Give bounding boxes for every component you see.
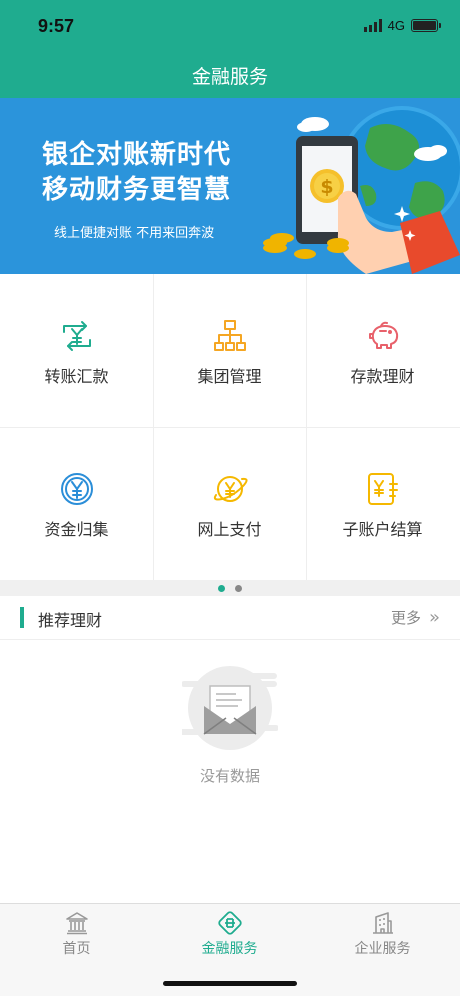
org-chart-icon (213, 320, 246, 351)
more-label: 更多 (390, 609, 421, 627)
service-label: 转账汇款 (44, 367, 109, 386)
service-group-management[interactable]: 集团管理 (153, 274, 306, 427)
signal-icon (363, 19, 382, 32)
service-online-payment[interactable]: 网上支付 (153, 427, 306, 580)
recommend-section-header: 推荐理财 更多 » (0, 596, 460, 640)
status-indicators: 4G (363, 18, 441, 33)
section-accent-bar (20, 607, 24, 628)
tab-enterprise-services[interactable]: 企业服务 (306, 904, 459, 964)
service-label: 子账户结算 (342, 520, 423, 539)
network-type: 4G (387, 18, 405, 33)
service-fund-pooling[interactable]: 资金归集 (0, 427, 153, 580)
yen-coin-icon (60, 473, 93, 505)
banner-subtitle: 线上便捷对账 不用来回奔波 (54, 226, 215, 241)
service-label: 网上支付 (197, 520, 262, 539)
office-building-icon (372, 912, 393, 934)
bank-building-icon (65, 912, 88, 935)
page-title: 金融服务 (191, 66, 268, 88)
more-link[interactable]: 更多 » (391, 607, 440, 628)
service-grid: 转账汇款 集团管理 存款理财 资金归集 网上支付 子账户结算 (0, 274, 460, 580)
svg-text:$: $ (320, 176, 333, 198)
status-bar: 9:57 4G (0, 0, 460, 50)
service-label: 集团管理 (197, 367, 262, 386)
service-sub-account-settlement[interactable]: 子账户结算 (306, 427, 459, 580)
empty-state-text: 没有数据 (199, 767, 260, 785)
page-dot-2[interactable] (235, 584, 242, 592)
service-label: 存款理财 (350, 367, 415, 386)
piggy-bank-icon (368, 321, 398, 349)
online-payment-icon (213, 476, 248, 502)
service-deposit-wealth[interactable]: 存款理财 (306, 274, 459, 427)
banner-headline-line1: 银企对账新时代 (42, 140, 232, 170)
section-title: 推荐理财 (38, 611, 103, 630)
service-label: 资金归集 (44, 520, 109, 539)
nav-bar: 金融服务 (0, 50, 460, 98)
finance-icon (217, 911, 242, 935)
tab-label: 企业服务 (354, 941, 411, 957)
home-indicator[interactable] (163, 981, 297, 986)
banner-headline-line2: 移动财务更智慧 (42, 175, 232, 205)
bottom-tab-bar: 首页 金融服务 企业服务 (0, 903, 460, 996)
page-indicator (0, 580, 460, 596)
page-dot-1[interactable] (218, 584, 225, 592)
service-transfer[interactable]: 转账汇款 (0, 274, 153, 427)
tab-label: 首页 (62, 941, 91, 957)
promo-banner[interactable]: 银企对账新时代 移动财务更智慧 线上便捷对账 不用来回奔波 $ (0, 98, 460, 274)
double-chevron-right-icon: » (428, 607, 440, 628)
tab-home[interactable]: 首页 (0, 904, 153, 964)
status-time: 9:57 (38, 16, 75, 36)
banner-illustration: $ (263, 106, 460, 274)
transfer-icon (62, 321, 91, 351)
tab-label: 金融服务 (201, 941, 258, 957)
empty-envelope-icon (182, 666, 278, 750)
battery-icon (411, 19, 441, 32)
tab-finance-services[interactable]: 金融服务 (153, 904, 306, 964)
sub-account-icon (367, 473, 398, 505)
